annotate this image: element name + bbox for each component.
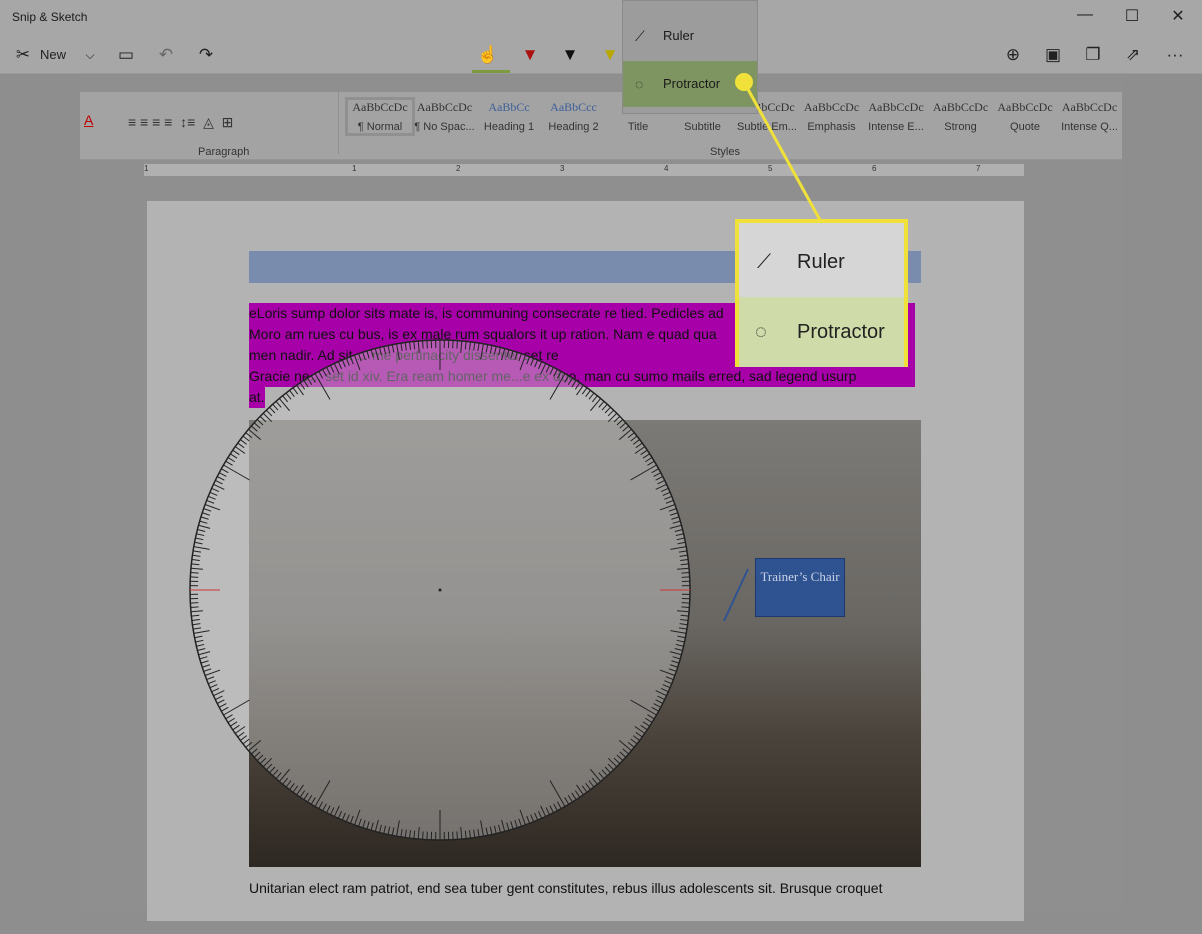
protractor-icon: ◌ — [635, 76, 644, 92]
minimize-button[interactable]: — — [1070, 6, 1100, 30]
toolbar: ✂ New ⌵ ▭ ↶ ↷ ☝ ▼ ▼ ▼ ⊕ ▣ ❐ ⇗ ··· — [0, 36, 1202, 74]
style-preview: AaBbCcDc — [997, 100, 1053, 114]
trainers-chair-label: Trainer’s Chair — [755, 558, 845, 617]
callout-pointer — [735, 73, 822, 221]
style-preview: AaBbCc — [488, 100, 530, 114]
style-name: Strong — [944, 121, 977, 133]
save-icon[interactable]: ▣ — [1042, 44, 1064, 66]
style-name: ¶ No Spac... — [414, 121, 475, 133]
protractor-tick — [422, 831, 424, 840]
protractor-tick — [422, 340, 424, 349]
active-tool-indicator — [472, 70, 510, 73]
protractor-tick — [456, 340, 458, 349]
label-pointer-line — [723, 568, 749, 622]
callout-label: Ruler — [797, 251, 845, 273]
menu-item-ruler[interactable]: ⟋ Ruler — [623, 13, 757, 59]
style-name: Heading 1 — [483, 121, 535, 133]
ruler-tick-label: 1 — [352, 164, 357, 173]
new-snip-icon[interactable]: ✂ — [12, 44, 34, 66]
style-11[interactable]: AaBbCcDc Intense Q... — [1058, 100, 1122, 133]
style-preview: AaBbCcDc — [868, 100, 924, 114]
ruler-tick-label: 7 — [976, 164, 981, 173]
ruler-tick-label: 3 — [560, 164, 565, 173]
style-9[interactable]: AaBbCcDc Strong — [929, 100, 993, 133]
style-name: Heading 2 — [548, 121, 599, 133]
maximize-button[interactable]: ☐ — [1117, 6, 1147, 30]
close-button[interactable]: ✕ — [1163, 6, 1193, 30]
share-icon[interactable]: ⇗ — [1122, 44, 1144, 66]
style-8[interactable]: AaBbCcDc Intense E... — [864, 100, 928, 133]
zoomed-callout: ⟋ Ruler ◌ Protractor — [735, 219, 908, 367]
style-preview: AaBbCcDc — [1061, 100, 1118, 114]
menu-item-label: Protractor — [663, 76, 721, 91]
new-button[interactable]: New — [40, 44, 66, 66]
style-name: Intense Q... — [1061, 121, 1118, 133]
chevron-down-icon[interactable]: ⌵ — [80, 44, 100, 66]
ballpoint-pen-icon[interactable]: ▼ — [520, 44, 540, 66]
ruler-icon: ⟋ — [757, 251, 771, 273]
style-name: Intense E... — [868, 121, 924, 133]
title-bar: Snip & Sketch — ☐ ✕ — [0, 0, 1202, 36]
alignment-icons: ≡ ≡ ≡ ≡ ↕≡ ◬ ⊞ — [128, 114, 234, 130]
ruler-tick-label: 6 — [872, 164, 877, 173]
open-folder-icon[interactable]: ▭ — [115, 44, 137, 66]
style-0[interactable]: AaBbCcDc ¶ Normal — [345, 97, 415, 136]
touch-writing-icon[interactable]: ☝ — [476, 44, 500, 66]
body-paragraph: Unitarian elect ram patriot, end sea tub… — [249, 880, 883, 896]
ruler-tick-label: 2 — [456, 164, 461, 173]
style-preview: AaBbCcc — [550, 100, 597, 114]
style-3[interactable]: AaBbCcc Heading 2 — [542, 100, 606, 133]
highlighter-icon[interactable]: ▼ — [600, 44, 620, 66]
protractor-tool[interactable] — [188, 338, 692, 842]
style-10[interactable]: AaBbCcDc Quote — [993, 100, 1057, 133]
pencil-icon[interactable]: ▼ — [560, 44, 580, 66]
undo-icon[interactable]: ↶ — [155, 44, 177, 66]
more-button[interactable]: ··· — [1160, 44, 1190, 66]
ruler-tick-label: 1 — [144, 164, 149, 173]
menu-item-label: Ruler — [663, 28, 695, 43]
copy-icon[interactable]: ❐ — [1082, 44, 1104, 66]
app-title: Snip & Sketch — [12, 10, 88, 24]
callout-item-protractor: ◌ Protractor — [739, 297, 904, 367]
callout-item-ruler: ⟋ Ruler — [739, 227, 904, 297]
style-name: Quote — [1010, 121, 1040, 133]
zoom-in-icon[interactable]: ⊕ — [1002, 44, 1024, 66]
protractor-tick — [190, 606, 199, 608]
callout-label: Protractor — [797, 321, 885, 343]
style-preview: AaBbCcDc — [416, 100, 473, 114]
style-preview: AaBbCcDc — [932, 100, 989, 114]
style-name: Title — [627, 121, 649, 133]
redo-icon[interactable]: ↷ — [195, 44, 217, 66]
style-preview: AaBbCcDc — [352, 100, 408, 114]
style-name: Subtitle — [684, 121, 721, 133]
protractor-tick — [681, 572, 690, 574]
ruler-icon: ⟋ — [635, 28, 645, 44]
word-ribbon: A ≡ ≡ ≡ ≡ ↕≡ ◬ ⊞ Paragraph Styles AaBbCc… — [80, 92, 1122, 160]
style-1[interactable]: AaBbCcDc ¶ No Spac... — [413, 100, 477, 133]
divider — [338, 92, 339, 154]
protractor-icon: ◌ — [755, 321, 767, 343]
protractor-tick — [681, 606, 690, 608]
style-name: ¶ Normal — [357, 121, 403, 133]
style-2[interactable]: AaBbCc Heading 1 — [477, 100, 541, 133]
font-color-icon: A — [84, 112, 94, 128]
protractor-tick — [190, 572, 199, 574]
ruler-tick-label: 4 — [664, 164, 669, 173]
protractor-tick — [456, 831, 458, 840]
paragraph-group-label: Paragraph — [198, 146, 250, 158]
horizontal-ruler: 11234567 — [144, 164, 1024, 176]
